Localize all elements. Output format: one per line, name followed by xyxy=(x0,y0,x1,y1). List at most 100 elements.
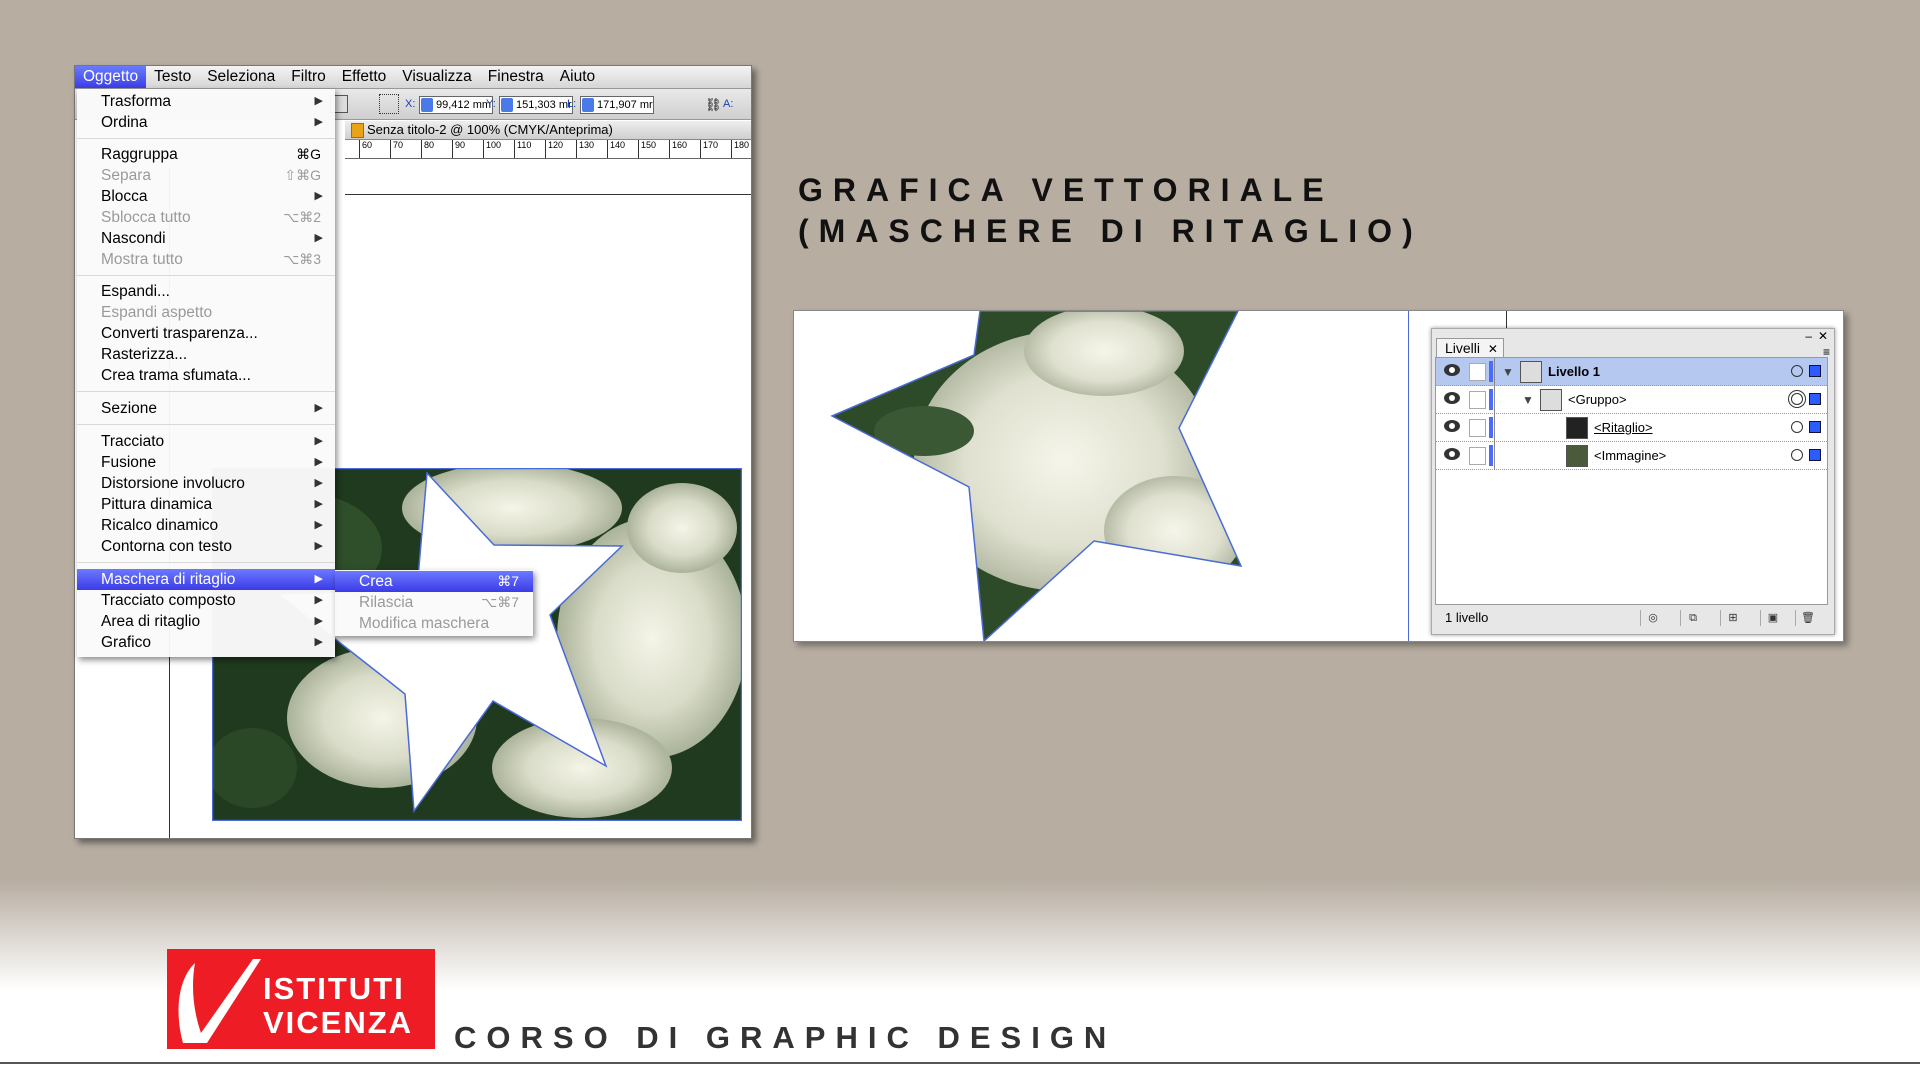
menu-item-contorna-con-testo[interactable]: Contorna con testo ▶ xyxy=(77,536,335,557)
menu-shortcut: ⌥⌘7 xyxy=(481,594,519,610)
eye-icon[interactable] xyxy=(1444,420,1460,432)
menu-item-ricalco-dinamico[interactable]: Ricalco dinamico ▶ xyxy=(77,515,335,536)
target-circle-icon[interactable] xyxy=(1791,393,1803,405)
x-stepper-icon[interactable] xyxy=(421,98,433,112)
document-title: Senza titolo-2 @ 100% (CMYK/Anteprima) xyxy=(367,122,613,137)
eye-icon[interactable] xyxy=(1444,392,1460,404)
make-clipping-mask-icon[interactable]: ⧉ xyxy=(1680,610,1705,626)
new-sublayer-icon[interactable]: ⊞ xyxy=(1720,610,1745,626)
eye-icon[interactable] xyxy=(1444,448,1460,460)
menu-item-area-di-ritaglio[interactable]: Area di ritaglio ▶ xyxy=(77,611,335,632)
submenu-arrow-icon: ▶ xyxy=(314,402,323,414)
menu-effetto[interactable]: Effetto xyxy=(334,66,395,88)
document-tab[interactable]: Senza titolo-2 @ 100% (CMYK/Anteprima) xyxy=(345,121,751,140)
menu-label: Rasterizza... xyxy=(101,346,188,363)
panel-close-icon[interactable]: ✕ xyxy=(1818,329,1828,343)
menu-item-sezione[interactable]: Sezione ▶ xyxy=(77,398,335,419)
ruler-tick: 140 xyxy=(607,140,625,158)
expand-triangle-icon[interactable]: ▼ xyxy=(1522,393,1534,407)
menu-visualizza[interactable]: Visualizza xyxy=(394,66,480,88)
menu-label: Sblocca tutto xyxy=(101,209,191,226)
selection-square-icon[interactable] xyxy=(1809,421,1821,433)
l-stepper-icon[interactable] xyxy=(582,98,594,112)
selection-square-icon[interactable] xyxy=(1809,449,1821,461)
eye-icon[interactable] xyxy=(1444,364,1460,376)
clipping-result-window: – ✕ Livelli ✕ ≡ ▼ Livello 1 ▼ <Gruppo> <… xyxy=(793,310,1844,642)
ruler-tick: 80 xyxy=(421,140,434,158)
target-circle-icon[interactable] xyxy=(1791,421,1803,433)
ruler-tick: 100 xyxy=(483,140,501,158)
menu-filtro[interactable]: Filtro xyxy=(283,66,333,88)
menu-item-raggruppa[interactable]: Raggruppa ⌘G xyxy=(77,144,335,165)
menu-seleziona[interactable]: Seleziona xyxy=(199,66,283,88)
menu-testo[interactable]: Testo xyxy=(146,66,199,88)
menu-finestra[interactable]: Finestra xyxy=(480,66,552,88)
course-title: CORSO DI GRAPHIC DESIGN xyxy=(454,1020,1117,1055)
y-field[interactable]: 151,303 mr xyxy=(499,96,573,114)
tab-livelli[interactable]: Livelli ✕ xyxy=(1436,338,1504,357)
transform-grid-icon[interactable] xyxy=(379,94,399,114)
menu-item-fusione[interactable]: Fusione ▶ xyxy=(77,452,335,473)
footer-divider xyxy=(0,1062,1920,1064)
menu-item-grafico[interactable]: Grafico ▶ xyxy=(77,632,335,653)
y-stepper-icon[interactable] xyxy=(501,98,513,112)
menu-item-pittura-dinamica[interactable]: Pittura dinamica ▶ xyxy=(77,494,335,515)
menu-item-nascondi[interactable]: Nascondi ▶ xyxy=(77,228,335,249)
rose-cluster xyxy=(627,483,737,573)
x-label: X: xyxy=(405,98,416,110)
lock-toggle[interactable] xyxy=(1469,363,1486,381)
layers-list: ▼ Livello 1 ▼ <Gruppo> <Ritaglio> <Immag… xyxy=(1435,357,1828,605)
l-value: 171,907 mr xyxy=(597,99,653,111)
layer-thumbnail xyxy=(1520,361,1542,383)
selection-square-icon[interactable] xyxy=(1809,393,1821,405)
target-circle-icon[interactable] xyxy=(1791,449,1803,461)
menu-label: Grafico xyxy=(101,634,151,651)
submenu-arrow-icon: ▶ xyxy=(314,456,323,468)
layers-panel: – ✕ Livelli ✕ ≡ ▼ Livello 1 ▼ <Gruppo> <… xyxy=(1431,328,1835,635)
selection-square-icon[interactable] xyxy=(1809,365,1821,377)
link-proportions-icon[interactable]: ⛓ xyxy=(705,97,722,113)
ruler-tick: 90 xyxy=(452,140,465,158)
menu-label: Distorsione involucro xyxy=(101,475,245,492)
new-layer-icon[interactable]: ▣ xyxy=(1760,610,1785,626)
submenu-arrow-icon: ▶ xyxy=(314,477,323,489)
menu-oggetto[interactable]: Oggetto xyxy=(75,66,147,88)
panel-minimize-icon[interactable]: – xyxy=(1805,329,1812,343)
menu-aiuto[interactable]: Aiuto xyxy=(552,66,603,88)
menu-item-maschera-di-ritaglio[interactable]: Maschera di ritaglio ▶ xyxy=(77,569,335,590)
lock-toggle[interactable] xyxy=(1469,419,1486,437)
l-field[interactable]: 171,907 mr xyxy=(580,96,654,114)
menu-label: Raggruppa xyxy=(101,146,178,163)
ruler-tick: 120 xyxy=(545,140,563,158)
submenu-arrow-icon: ▶ xyxy=(314,232,323,244)
menu-shortcut: ⌥⌘3 xyxy=(283,251,321,267)
rose-cluster xyxy=(1104,476,1241,586)
menu-item-tracciato-composto[interactable]: Tracciato composto ▶ xyxy=(77,590,335,611)
menu-item-rasterizza[interactable]: Rasterizza... xyxy=(77,344,335,365)
menu-item-converti-trasparenza[interactable]: Converti trasparenza... xyxy=(77,323,335,344)
menu-item-espandi[interactable]: Espandi... xyxy=(77,281,335,302)
submenu-item-modifica-maschera: Modifica maschera xyxy=(335,613,533,634)
menu-label: Converti trasparenza... xyxy=(101,325,258,342)
clipping-path-thumbnail xyxy=(1566,417,1588,439)
x-field[interactable]: 99,412 mm xyxy=(419,96,493,114)
menu-item-crea-trama-sfumata[interactable]: Crea trama sfumata... xyxy=(77,365,335,386)
target-circle-icon[interactable] xyxy=(1791,365,1803,377)
trash-icon[interactable]: 🗑 xyxy=(1795,610,1820,626)
submenu-item-crea[interactable]: Crea ⌘7 xyxy=(335,571,533,592)
heading-line-1: GRAFICA VETTORIALE xyxy=(798,172,1334,208)
menu-item-tracciato[interactable]: Tracciato ▶ xyxy=(77,431,335,452)
l-label: L: xyxy=(567,98,577,110)
menu-item-distorsione-involucro[interactable]: Distorsione involucro ▶ xyxy=(77,473,335,494)
menu-label: Trasforma xyxy=(101,93,172,110)
menu-item-blocca[interactable]: Blocca ▶ xyxy=(77,186,335,207)
tab-close-icon[interactable]: ✕ xyxy=(1488,342,1498,356)
lock-toggle[interactable] xyxy=(1469,391,1486,409)
lock-toggle[interactable] xyxy=(1469,447,1486,465)
locate-object-icon[interactable]: ◎ xyxy=(1640,610,1665,626)
clipped-star-image[interactable] xyxy=(794,311,1408,641)
logo-text-line-2: VICENZA xyxy=(263,1005,414,1040)
expand-triangle-icon[interactable]: ▼ xyxy=(1502,365,1514,379)
menu-item-ordina[interactable]: Ordina ▶ xyxy=(77,112,335,133)
menu-item-trasforma[interactable]: Trasforma ▶ xyxy=(77,91,335,112)
